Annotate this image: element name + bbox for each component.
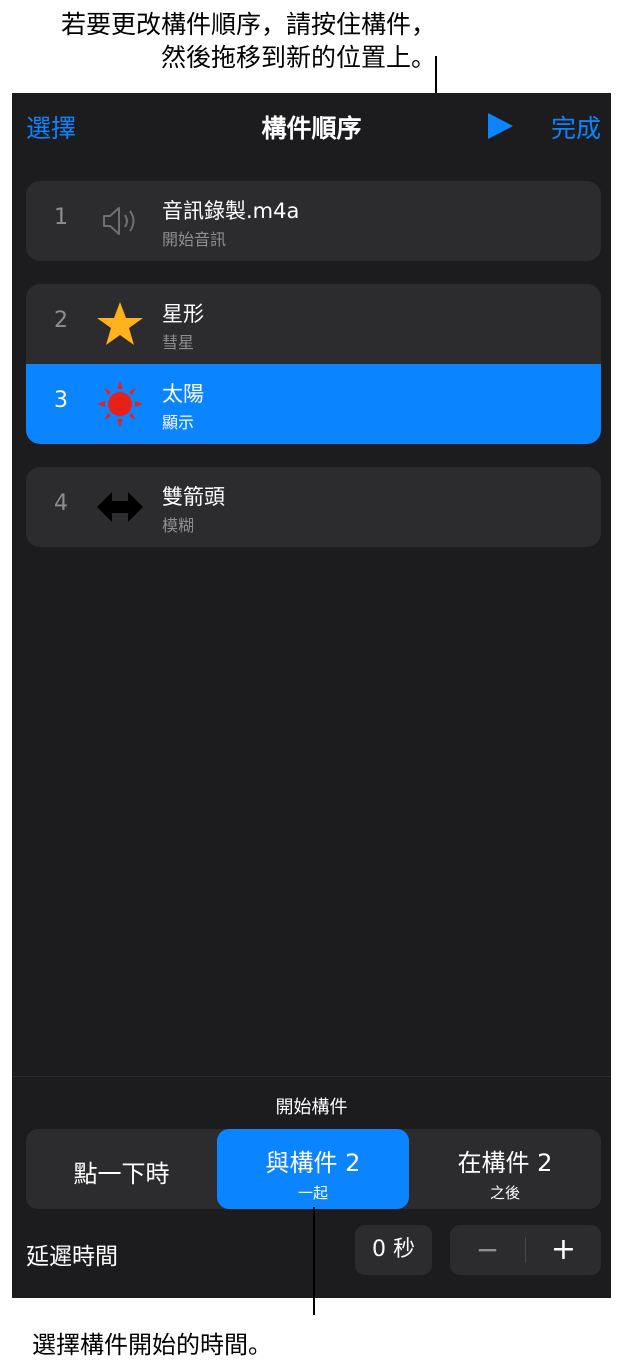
start-build-segmented-control: 點一下時 與構件 2 一起 在構件 2 之後 [26, 1129, 601, 1209]
reorder-callout-line1: 若要更改構件順序，請按住構件， [60, 10, 436, 39]
build-number: 2 [54, 308, 68, 333]
start-time-callout: 選擇構件開始的時間。 [32, 1331, 272, 1359]
on-tap-option[interactable]: 點一下時 [26, 1129, 217, 1209]
delay-label: 延遲時間 [26, 1244, 118, 1270]
decrease-delay-button[interactable]: − [450, 1225, 525, 1275]
build-row-2[interactable]: 2 星形 彗星 [26, 284, 601, 364]
build-number: 4 [54, 491, 68, 516]
option-sublabel: 一起 [297, 1184, 328, 1202]
build-row-3-selected[interactable]: 3 太陽 顯示 [26, 364, 601, 444]
option-sublabel: 之後 [489, 1184, 520, 1202]
build-title: 雙箭頭 [162, 485, 225, 509]
build-effect: 模糊 [162, 516, 195, 535]
build-effect: 彗星 [162, 333, 195, 352]
increase-delay-button[interactable]: + [526, 1225, 601, 1275]
build-effect: 顯示 [162, 413, 195, 432]
build-title: 太陽 [162, 382, 204, 406]
build-title: 音訊錄製.m4a [162, 199, 300, 223]
sun-icon [97, 381, 143, 427]
done-button[interactable]: 完成 [551, 109, 601, 145]
build-row-1[interactable]: 1 音訊錄製.m4a 開始音訊 [26, 181, 601, 261]
build-number: 1 [54, 205, 68, 230]
option-label: 點一下時 [73, 1160, 170, 1188]
build-order-panel: 選擇 構件順序 完成 1 音訊錄製.m4a 開始音訊 2 星形 彗星 3 太陽 … [12, 93, 611, 1298]
nav-bar: 選擇 構件順序 完成 [12, 93, 611, 157]
bottom-leader-line [313, 1207, 315, 1315]
option-label: 與構件 2 [265, 1149, 361, 1177]
double-arrow-icon [97, 492, 143, 522]
build-row-4[interactable]: 4 雙箭頭 模糊 [26, 467, 601, 547]
start-build-sheet: 開始構件 點一下時 與構件 2 一起 在構件 2 之後 延遲時間 0 秒 − + [12, 1076, 611, 1298]
start-build-title: 開始構件 [275, 1097, 348, 1118]
after-build-option[interactable]: 在構件 2 之後 [409, 1129, 601, 1209]
build-title: 星形 [162, 302, 204, 326]
build-effect: 開始音訊 [162, 230, 227, 249]
build-number: 3 [54, 388, 68, 413]
with-build-option[interactable]: 與構件 2 一起 [217, 1129, 409, 1209]
page-title: 構件順序 [261, 114, 362, 143]
star-icon [97, 302, 143, 345]
play-icon[interactable] [485, 111, 515, 141]
reorder-callout: 若要更改構件順序，請按住構件， 然後拖移到新的位置上。 [61, 8, 436, 74]
delay-value-field[interactable]: 0 秒 [355, 1225, 432, 1275]
delay-stepper: − + [450, 1225, 601, 1275]
reorder-callout-line2: 然後拖移到新的位置上。 [160, 43, 436, 72]
speaker-icon [103, 207, 135, 235]
option-label: 在構件 2 [457, 1149, 553, 1177]
